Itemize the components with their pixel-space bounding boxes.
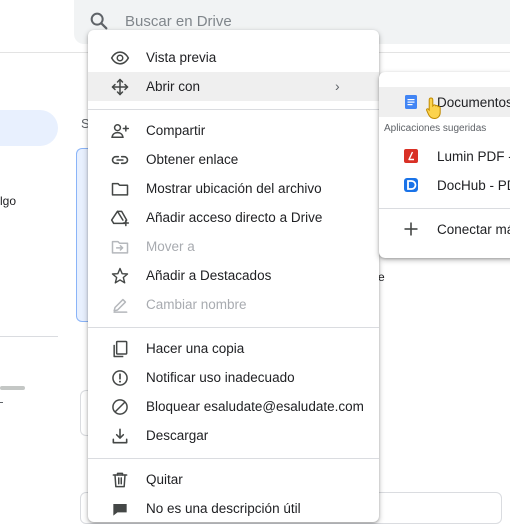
trash-icon (112, 472, 128, 488)
sidebar-item-active[interactable] (0, 110, 58, 146)
search-placeholder[interactable]: Buscar en Drive (125, 13, 232, 30)
menu-item-remove[interactable]: Quitar (88, 465, 379, 494)
menu-item-rename: Cambiar nombre (88, 290, 379, 319)
menu-divider (88, 327, 379, 328)
context-menu: Vista previa Abrir con › Compartir Obten… (88, 30, 379, 522)
sidebar-divider (0, 336, 58, 337)
menu-item-block-user[interactable]: Bloquear esaludate@esaludate.com (88, 392, 379, 421)
drive-shortcut-icon (110, 210, 130, 227)
plus-icon (404, 222, 418, 236)
menu-item-label: Mover a (146, 239, 195, 254)
menu-item-label: Bloquear esaludate@esaludate.com (146, 399, 364, 414)
menu-item-label: Obtener enlace (146, 152, 239, 167)
menu-item-label: Hacer una copia (146, 341, 245, 356)
menu-item-label: Descargar (146, 428, 209, 443)
menu-item-report-abuse[interactable]: Notificar uso inadecuado (88, 363, 379, 392)
menu-item-label: Notificar uso inadecuado (146, 370, 295, 385)
download-icon (112, 428, 128, 444)
chevron-right-icon: › (335, 78, 340, 94)
feedback-icon (113, 504, 127, 516)
submenu-item-label: Documentos (437, 95, 510, 110)
move-arrows-icon (111, 78, 129, 96)
menu-item-add-starred[interactable]: Añadir a Destacados (88, 261, 379, 290)
block-icon (112, 399, 128, 415)
google-docs-icon (405, 95, 417, 109)
menu-item-label: Abrir con (146, 79, 201, 94)
submenu-item-documents[interactable]: Documentos (379, 87, 510, 117)
alert-icon (112, 370, 128, 386)
menu-item-show-location[interactable]: Mostrar ubicación del archivo (88, 174, 379, 203)
menu-item-label: Añadir acceso directo a Drive (146, 210, 323, 225)
submenu-divider (379, 208, 510, 209)
menu-item-label: Mostrar ubicación del archivo (146, 181, 322, 196)
menu-item-preview[interactable]: Vista previa (88, 43, 379, 72)
menu-item-label: Quitar (146, 472, 183, 487)
dochub-icon (404, 178, 418, 192)
hand-cursor-icon (426, 97, 441, 120)
menu-item-label: Compartir (146, 123, 206, 138)
suggested-apps-caption: Aplicaciones sugeridas (384, 123, 487, 134)
file-name-fragment: e (378, 270, 385, 284)
folder-icon (111, 182, 129, 196)
person-add-icon (111, 124, 130, 138)
menu-item-label: Vista previa (146, 50, 217, 65)
star-icon (111, 267, 129, 284)
storage-dot (0, 402, 3, 403)
copy-icon (113, 340, 128, 358)
menu-item-move-to: Mover a (88, 232, 379, 261)
pencil-icon (113, 298, 128, 313)
submenu-item-label: DocHub - PD (437, 178, 510, 193)
sidebar-item-label[interactable]: lgo (0, 194, 16, 208)
lumin-pdf-icon (404, 149, 418, 163)
submenu-item-label: Conectar má (437, 222, 510, 237)
link-icon (111, 155, 129, 165)
menu-divider (88, 109, 379, 110)
move-to-icon (111, 240, 129, 254)
eye-icon (110, 51, 130, 65)
submenu-item-lumin-pdf[interactable]: Lumin PDF - l (379, 141, 510, 171)
menu-item-get-link[interactable]: Obtener enlace (88, 145, 379, 174)
search-icon[interactable] (88, 10, 110, 32)
menu-item-download[interactable]: Descargar (88, 421, 379, 450)
menu-item-label: Cambiar nombre (146, 297, 247, 312)
submenu-item-label: Lumin PDF - l (437, 149, 510, 164)
menu-item-share[interactable]: Compartir (88, 116, 379, 145)
menu-item-open-with[interactable]: Abrir con › (88, 72, 379, 101)
menu-divider (88, 458, 379, 459)
menu-item-label: Añadir a Destacados (146, 268, 272, 283)
menu-item-label: No es una descripción útil (146, 501, 301, 516)
menu-item-make-copy[interactable]: Hacer una copia (88, 334, 379, 363)
menu-item-feedback[interactable]: No es una descripción útil (88, 494, 379, 523)
open-with-submenu: Documentos Aplicaciones sugeridas Lumin … (379, 72, 510, 258)
submenu-item-connect-more[interactable]: Conectar má (379, 214, 510, 244)
storage-bar (0, 386, 25, 390)
submenu-item-dochub[interactable]: DocHub - PD (379, 170, 510, 200)
menu-item-add-shortcut[interactable]: Añadir acceso directo a Drive (88, 203, 379, 232)
